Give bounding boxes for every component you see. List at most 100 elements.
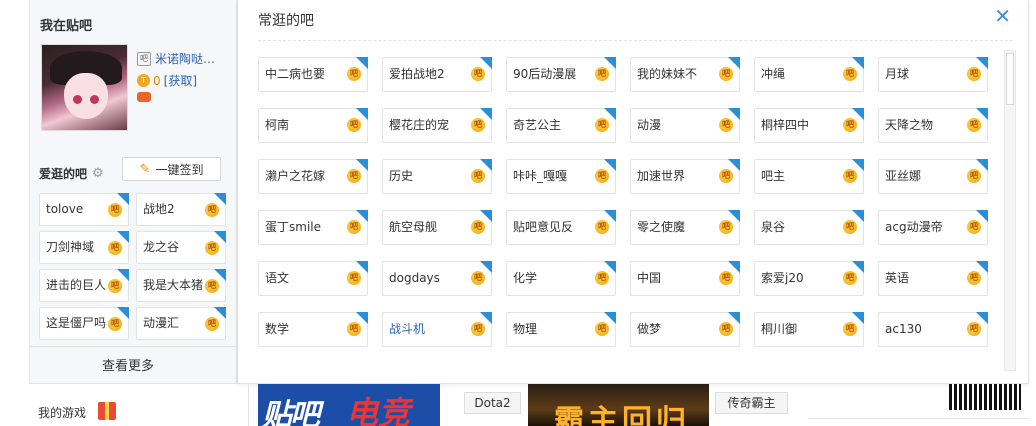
forum-tile[interactable]: 吧主 吧: [754, 159, 864, 194]
get-coins-link[interactable]: [获取]: [164, 72, 197, 89]
forum-tile[interactable]: 历史 吧: [382, 159, 492, 194]
forum-tile[interactable]: 语文 吧: [258, 261, 368, 296]
forum-tile[interactable]: 贴吧意见反 吧: [506, 210, 616, 245]
divider: [808, 418, 1028, 419]
gift-icon[interactable]: [98, 402, 116, 420]
forum-tile[interactable]: 中二病也要 吧: [258, 57, 368, 92]
favorite-forum[interactable]: 动漫汇吧: [136, 307, 226, 340]
forum-level-icon: 吧: [347, 169, 361, 183]
avatar[interactable]: [41, 44, 128, 131]
forum-level-icon: 吧: [347, 271, 361, 285]
forum-name: dogdays: [389, 271, 440, 285]
forum-name: 历史: [389, 169, 414, 183]
forum-tile[interactable]: ac130 吧: [878, 312, 988, 347]
forum-name: 蛋丁smile: [265, 220, 321, 234]
my-games-label[interactable]: 我的游戏: [38, 404, 86, 421]
forum-name: 数学: [265, 322, 290, 336]
forum-level-icon: 吧: [719, 169, 733, 183]
tag-legend[interactable]: 传奇霸主: [715, 392, 788, 414]
forum-tile[interactable]: 蛋丁smile 吧: [258, 210, 368, 245]
forum-level-icon: 吧: [347, 322, 361, 336]
forum-name: 航空母舰: [389, 220, 438, 234]
sidebar-title: 我在贴吧: [40, 19, 93, 34]
favorite-forum[interactable]: 刀剑神域吧: [39, 231, 129, 264]
close-icon[interactable]: ✕: [994, 6, 1011, 26]
gamepad-icon[interactable]: [137, 92, 151, 102]
favorite-forum[interactable]: 战地2 吧: [136, 193, 226, 226]
forum-tile[interactable]: 冲绳 吧: [754, 57, 864, 92]
forum-tile[interactable]: 零之使魔 吧: [630, 210, 740, 245]
forum-level-icon: 吧: [471, 67, 485, 81]
forum-tile[interactable]: 90后动漫展 吧: [506, 57, 616, 92]
forum-level-icon: 吧: [719, 67, 733, 81]
favorite-forum[interactable]: 进击的巨人吧: [39, 269, 129, 302]
scrollbar[interactable]: [1004, 50, 1016, 371]
user-line: 吧 米诺陶哒…: [137, 50, 215, 67]
forum-level-icon: 吧: [108, 203, 122, 217]
frequent-forums-popup: 常逛的吧 ✕ 中二病也要吧爱拍战地2 吧 90后动漫展吧我的妹妹不吧冲绳吧月球吧柯南…: [237, 0, 1029, 384]
forum-tile[interactable]: 加速世界 吧: [630, 159, 740, 194]
forum-tile[interactable]: 咔咔_嘎嘎 吧: [506, 159, 616, 194]
scrollbar-thumb[interactable]: [1006, 53, 1014, 105]
forum-level-icon: 吧: [471, 118, 485, 132]
forum-level-icon: 吧: [205, 279, 219, 293]
forum-tile[interactable]: 战斗机 吧: [382, 312, 492, 347]
forum-tile[interactable]: 爱拍战地2 吧: [382, 57, 492, 92]
forum-name: ac130: [885, 322, 922, 336]
forum-tile[interactable]: 物理 吧: [506, 312, 616, 347]
forum-name: 亚丝娜: [885, 169, 922, 183]
favorite-forum[interactable]: 我是大本猪吧: [136, 269, 226, 302]
favorite-forum[interactable]: 这是僵尸吗吧: [39, 307, 129, 340]
favorites-title: 爱逛的吧: [39, 167, 88, 181]
popup-title: 常逛的吧: [258, 13, 314, 29]
divider: [258, 40, 1013, 41]
forum-name: 吧主: [761, 169, 786, 183]
forum-tile[interactable]: 动漫 吧: [630, 108, 740, 143]
forum-level-icon: 吧: [967, 118, 981, 132]
forum-tile[interactable]: 月球 吧: [878, 57, 988, 92]
forum-level-icon: 吧: [967, 169, 981, 183]
forum-level-icon: 吧: [595, 322, 609, 336]
forum-tile[interactable]: 英语 吧: [878, 261, 988, 296]
forum-tile[interactable]: 亚丝娜 吧: [878, 159, 988, 194]
forum-tile[interactable]: 数学 吧: [258, 312, 368, 347]
forum-name: 战斗机: [389, 322, 426, 336]
sidebar: 我在贴吧 吧 米诺陶哒… T 0 [获取] 爱逛的吧 ⚙ ✎ 一键签到 tolo…: [29, 0, 237, 384]
forum-name: 月球: [885, 67, 910, 81]
tag-dota2[interactable]: Dota2: [464, 392, 521, 414]
username-link[interactable]: 米诺陶哒…: [155, 50, 215, 67]
forum-tile[interactable]: 柯南 吧: [258, 108, 368, 143]
forum-tile[interactable]: 航空母舰 吧: [382, 210, 492, 245]
forum-level-icon: 吧: [347, 118, 361, 132]
esports-banner[interactable]: 贴吧 电竞: [258, 384, 440, 426]
forum-name: acg动漫帝: [885, 220, 943, 234]
forum-tile[interactable]: 做梦 吧: [630, 312, 740, 347]
forum-tile[interactable]: 天降之物 吧: [878, 108, 988, 143]
forum-level-icon: 吧: [843, 322, 857, 336]
forum-tile[interactable]: dogdays 吧: [382, 261, 492, 296]
forum-tile[interactable]: 泉谷 吧: [754, 210, 864, 245]
forum-tile[interactable]: 樱花庄的宠 吧: [382, 108, 492, 143]
forum-tile[interactable]: 索爱j20 吧: [754, 261, 864, 296]
forum-tile[interactable]: 化学 吧: [506, 261, 616, 296]
forum-tile[interactable]: 奇艺公主 吧: [506, 108, 616, 143]
forum-tile[interactable]: 我的妹妹不 吧: [630, 57, 740, 92]
forum-tile[interactable]: acg动漫帝 吧: [878, 210, 988, 245]
sign-in-all-label: 一键签到: [155, 162, 204, 177]
forum-level-icon: 吧: [471, 220, 485, 234]
forum-name: 贴吧意见反: [513, 220, 574, 234]
banner-text: 霸主回归: [554, 404, 690, 426]
forum-level-icon: 吧: [719, 322, 733, 336]
forum-tile[interactable]: 桐梓四中 吧: [754, 108, 864, 143]
favorite-forum[interactable]: 龙之谷吧: [136, 231, 226, 264]
view-more-link[interactable]: 查看更多: [30, 355, 226, 374]
forum-name: 化学: [513, 271, 538, 285]
sign-in-all-button[interactable]: ✎ 一键签到: [122, 157, 221, 181]
forum-tile[interactable]: 中国 吧: [630, 261, 740, 296]
forum-tile[interactable]: 濑户之花嫁 吧: [258, 159, 368, 194]
gear-icon[interactable]: ⚙: [92, 166, 104, 181]
forum-name: 桐梓四中: [761, 118, 810, 132]
favorite-forum[interactable]: tolove 吧: [39, 193, 129, 226]
forum-tile[interactable]: 桐川御 吧: [754, 312, 864, 347]
game-banner[interactable]: 霸主回归: [528, 384, 709, 426]
